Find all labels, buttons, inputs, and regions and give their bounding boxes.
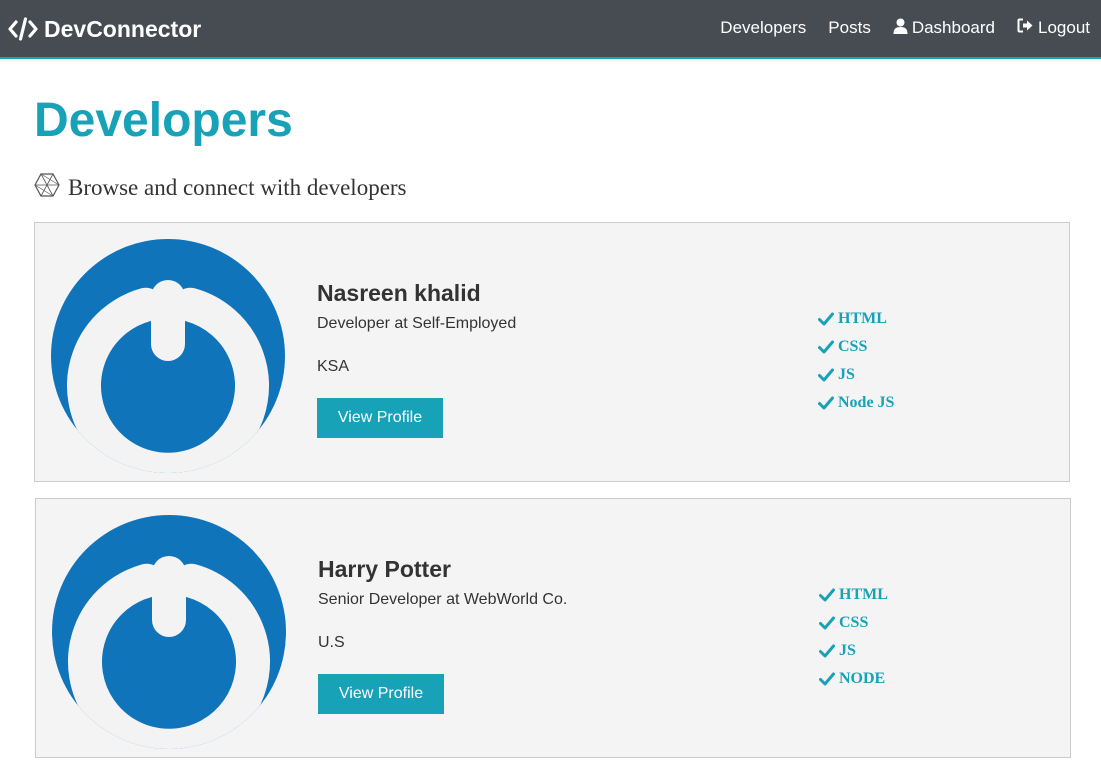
check-icon bbox=[819, 588, 835, 602]
skill-item: Node JS bbox=[818, 389, 894, 417]
check-icon bbox=[819, 616, 835, 630]
view-profile-button[interactable]: View Profile bbox=[317, 398, 443, 438]
brand-link[interactable]: DevConnector bbox=[8, 14, 201, 44]
gravatar-power-icon bbox=[52, 515, 286, 749]
check-icon bbox=[819, 644, 835, 658]
skill-item: CSS bbox=[819, 609, 888, 637]
nav-posts-link[interactable]: Posts bbox=[828, 18, 871, 38]
check-icon bbox=[818, 368, 834, 382]
profile-info: Nasreen khalid Developer at Self-Employe… bbox=[317, 279, 516, 438]
skills-list: HTML CSS JS Node JS bbox=[818, 305, 894, 417]
nav-posts-label: Posts bbox=[828, 18, 871, 37]
skill-label: HTML bbox=[839, 586, 888, 603]
nav-dashboard-label: Dashboard bbox=[911, 18, 995, 37]
profile-info: Harry Potter Senior Developer at WebWorl… bbox=[318, 555, 567, 714]
view-profile-button[interactable]: View Profile bbox=[318, 674, 444, 714]
skill-item: HTML bbox=[818, 305, 894, 333]
nav-links: Developers Posts Dashboard Logout bbox=[698, 16, 1090, 40]
check-icon bbox=[818, 340, 834, 354]
skill-item: NODE bbox=[819, 665, 888, 693]
profile-card: Harry Potter Senior Developer at WebWorl… bbox=[35, 498, 1071, 758]
avatar bbox=[52, 515, 286, 749]
nav-developers-label: Developers bbox=[720, 18, 807, 37]
gravatar-power-icon bbox=[51, 239, 285, 473]
profile-name: Harry Potter bbox=[318, 556, 451, 582]
profile-status: Senior Developer at WebWorld Co. bbox=[318, 591, 568, 608]
nav-dashboard-link[interactable]: Dashboard bbox=[893, 18, 995, 39]
profile-status: Developer at Self-Employed bbox=[317, 315, 517, 332]
check-icon bbox=[819, 672, 835, 686]
page-lead: Browse and connect with developers bbox=[34, 172, 407, 204]
skill-label: CSS bbox=[839, 614, 869, 631]
navbar: DevConnector Developers Posts Dashboard bbox=[0, 0, 1101, 59]
nav-logout-label: Logout bbox=[1038, 18, 1090, 37]
skill-label: CSS bbox=[838, 338, 868, 355]
profile-name: Nasreen khalid bbox=[317, 280, 481, 306]
code-icon bbox=[8, 17, 38, 41]
connect-develop-icon bbox=[34, 172, 68, 204]
profile-location: U.S bbox=[318, 634, 345, 651]
brand-name: DevConnector bbox=[44, 15, 202, 42]
skills-list: HTML CSS JS NODE bbox=[819, 581, 888, 693]
check-icon bbox=[818, 396, 834, 410]
skill-item: JS bbox=[818, 361, 894, 389]
skill-item: CSS bbox=[818, 333, 894, 361]
sign-out-icon bbox=[1017, 18, 1038, 38]
skill-label: HTML bbox=[838, 310, 887, 327]
nav-logout-link[interactable]: Logout bbox=[1017, 18, 1090, 38]
skill-label: Node JS bbox=[838, 394, 895, 411]
user-icon bbox=[893, 18, 912, 39]
profile-card: Nasreen khalid Developer at Self-Employe… bbox=[34, 222, 1070, 482]
page-lead-text: Browse and connect with developers bbox=[68, 175, 407, 200]
skill-item: HTML bbox=[819, 581, 888, 609]
avatar bbox=[51, 239, 285, 473]
page-title: Developers bbox=[34, 94, 293, 147]
skill-label: NODE bbox=[839, 670, 886, 687]
skill-item: JS bbox=[819, 637, 888, 665]
check-icon bbox=[818, 312, 834, 326]
profile-location: KSA bbox=[317, 358, 350, 375]
nav-developers-link[interactable]: Developers bbox=[720, 18, 806, 38]
skill-label: JS bbox=[838, 366, 855, 383]
skill-label: JS bbox=[839, 642, 856, 659]
